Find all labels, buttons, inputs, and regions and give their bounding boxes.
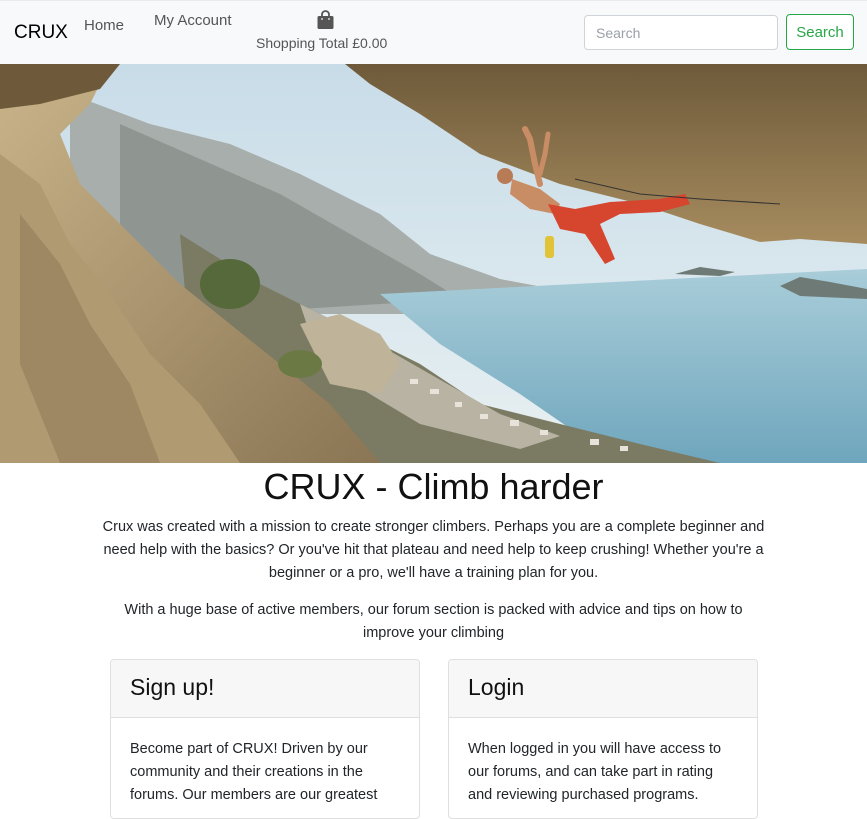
login-card-title[interactable]: Login [449, 660, 757, 718]
hero-image [0, 64, 867, 463]
shopping-total-link[interactable]: Shopping Total £0.00 [256, 35, 387, 51]
forum-text: With a huge base of active members, our … [124, 602, 743, 641]
navbar: CRUX Home My Account Shopping Total £0.0… [0, 0, 867, 64]
page-title: CRUX - Climb harder [263, 466, 604, 507]
login-card-body: When logged in you will have access to o… [468, 741, 722, 803]
nav-my-account-link[interactable]: My Account [154, 12, 232, 29]
search-input[interactable] [584, 15, 778, 50]
login-card: Login When logged in you will have acces… [448, 659, 758, 819]
brand-logo[interactable]: CRUX [14, 22, 68, 44]
signup-card-title[interactable]: Sign up! [111, 660, 419, 718]
nav-home-link[interactable]: Home [84, 17, 124, 34]
signup-card: Sign up! Become part of CRUX! Driven by … [110, 659, 420, 819]
signup-card-body: Become part of CRUX! Driven by our commu… [130, 741, 378, 803]
shopping-bag-icon[interactable] [316, 10, 335, 30]
search-button[interactable]: Search [786, 14, 854, 50]
intro-text: Crux was created with a mission to creat… [102, 519, 765, 581]
